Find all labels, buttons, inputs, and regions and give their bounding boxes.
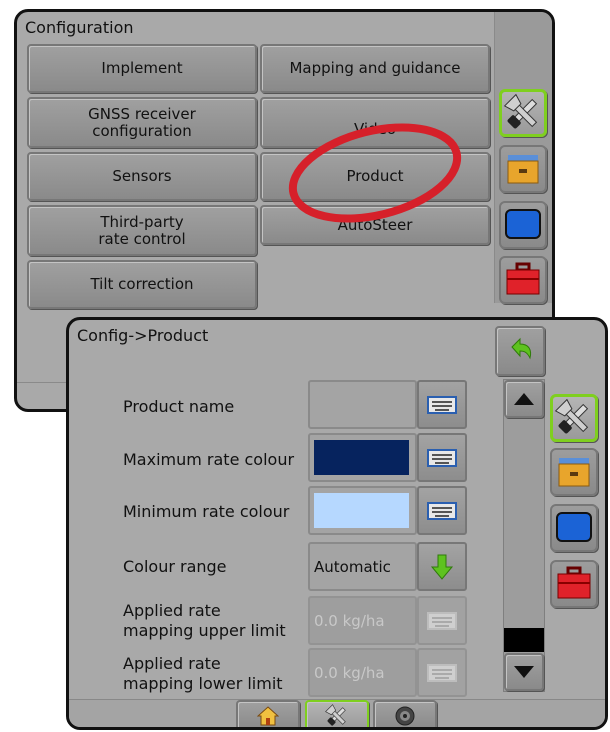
colour-range-dropdown-button[interactable] bbox=[417, 542, 467, 591]
tools-tab[interactable] bbox=[550, 394, 598, 442]
keyboard-icon bbox=[427, 663, 457, 682]
highlight-ellipse bbox=[288, 123, 462, 223]
keyboard-icon bbox=[427, 448, 457, 467]
keyboard-icon bbox=[427, 501, 457, 520]
triangle-up-icon bbox=[514, 393, 534, 405]
monitor-icon bbox=[505, 209, 541, 239]
monitor-tab[interactable] bbox=[550, 504, 598, 552]
product-name-keyboard-button[interactable] bbox=[417, 380, 467, 429]
product-sidebar bbox=[546, 390, 606, 618]
keyboard-icon bbox=[427, 395, 457, 414]
bottom-tab-bar bbox=[69, 699, 605, 727]
back-arrow-icon bbox=[511, 337, 532, 360]
min-rate-colour-label: Minimum rate colour bbox=[123, 502, 290, 521]
tools-icon bbox=[325, 703, 346, 726]
home-icon bbox=[257, 705, 279, 725]
tilt-correction-button[interactable]: Tilt correction bbox=[27, 260, 257, 309]
scrollbar[interactable] bbox=[503, 379, 545, 692]
scroll-thumb[interactable] bbox=[504, 628, 544, 652]
camera-icon bbox=[395, 706, 415, 725]
upper-limit-keyboard-button bbox=[417, 596, 467, 645]
tools-icon bbox=[554, 398, 589, 434]
back-button[interactable] bbox=[495, 326, 545, 376]
product-name-input[interactable] bbox=[308, 380, 417, 429]
mapping-guidance-button[interactable]: Mapping and guidance bbox=[260, 44, 490, 93]
down-arrow-icon bbox=[430, 554, 454, 580]
toolbox-tab[interactable] bbox=[550, 560, 598, 608]
home-tab[interactable] bbox=[236, 700, 300, 727]
colour-range-select[interactable]: Automatic bbox=[308, 542, 417, 591]
toolbox-icon bbox=[506, 262, 540, 295]
gnss-receiver-button[interactable]: GNSS receiver configuration bbox=[27, 97, 257, 148]
triangle-down-icon bbox=[514, 666, 534, 678]
drawer-icon bbox=[507, 155, 539, 184]
upper-limit-label: Applied rate mapping upper limit bbox=[123, 601, 286, 640]
drawer-tab[interactable] bbox=[499, 145, 547, 193]
sensors-button[interactable]: Sensors bbox=[27, 152, 257, 201]
config-sidebar bbox=[494, 12, 552, 304]
lower-limit-keyboard-button bbox=[417, 648, 467, 697]
toolbox-icon bbox=[557, 566, 591, 599]
lower-limit-label: Applied rate mapping lower limit bbox=[123, 654, 283, 693]
scroll-down-button[interactable] bbox=[504, 653, 544, 691]
product-name-label: Product name bbox=[123, 397, 235, 416]
keyboard-icon bbox=[427, 611, 457, 630]
monitor-icon bbox=[556, 512, 592, 542]
tools-bottom-tab[interactable] bbox=[305, 700, 369, 727]
product-panel: Config->Product Product name Maximum rat… bbox=[66, 317, 608, 730]
max-rate-colour-swatch bbox=[314, 440, 409, 475]
scroll-up-button[interactable] bbox=[504, 380, 544, 418]
toolbox-tab[interactable] bbox=[499, 256, 547, 304]
camera-tab[interactable] bbox=[373, 700, 437, 727]
tools-tab[interactable] bbox=[499, 89, 547, 137]
implement-button[interactable]: Implement bbox=[27, 44, 257, 93]
panel-title: Configuration bbox=[25, 18, 134, 37]
max-rate-colour-label: Maximum rate colour bbox=[123, 450, 295, 469]
monitor-tab[interactable] bbox=[499, 201, 547, 249]
panel-title: Config->Product bbox=[77, 326, 209, 345]
min-rate-colour-field[interactable] bbox=[308, 486, 417, 535]
min-rate-colour-swatch bbox=[314, 493, 409, 528]
min-colour-keyboard-button[interactable] bbox=[417, 486, 467, 535]
max-colour-keyboard-button[interactable] bbox=[417, 433, 467, 482]
upper-limit-input: 0.0 kg/ha bbox=[308, 596, 417, 645]
tools-icon bbox=[503, 93, 538, 129]
drawer-tab[interactable] bbox=[550, 448, 598, 496]
max-rate-colour-field[interactable] bbox=[308, 433, 417, 482]
third-party-rate-control-button[interactable]: Third-party rate control bbox=[27, 205, 257, 256]
lower-limit-input: 0.0 kg/ha bbox=[308, 648, 417, 697]
colour-range-label: Colour range bbox=[123, 557, 227, 576]
drawer-icon bbox=[558, 458, 590, 487]
